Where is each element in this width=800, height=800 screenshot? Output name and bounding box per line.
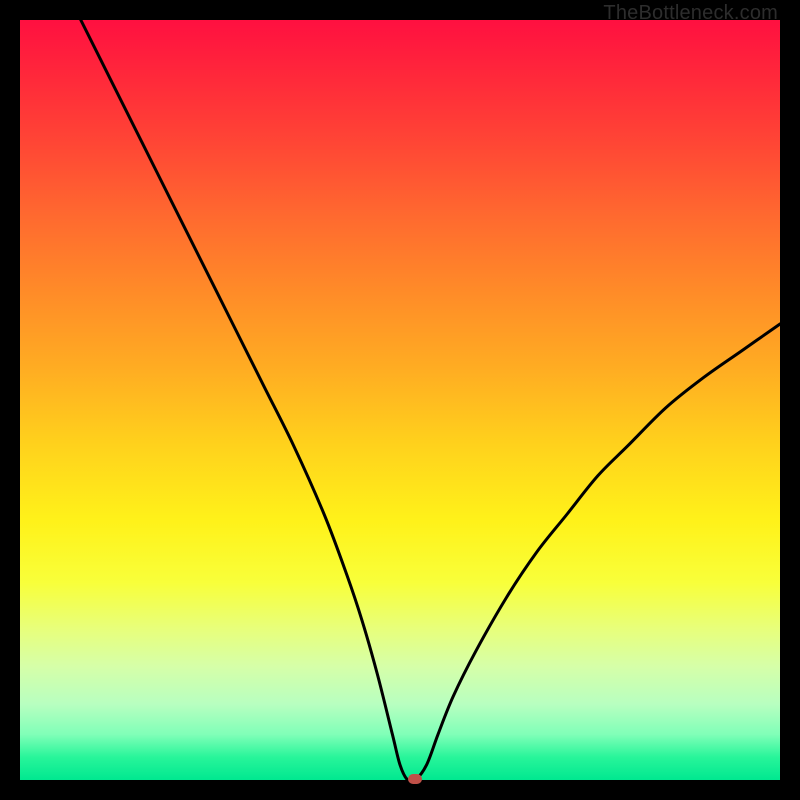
bottleneck-curve <box>20 20 780 780</box>
optimum-marker <box>408 774 422 784</box>
